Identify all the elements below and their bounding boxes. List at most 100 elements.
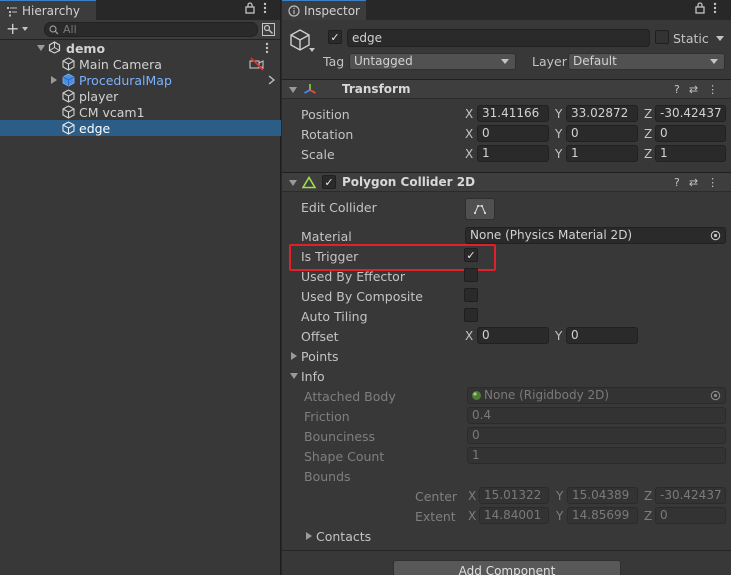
material-field[interactable]: None (Physics Material 2D): [465, 227, 726, 244]
prefab-icon: [62, 73, 75, 87]
tab-inspector[interactable]: Inspector: [282, 0, 366, 20]
hierarchy-panel: Hierarchy + All demo Main Camera Procedu…: [0, 0, 281, 575]
position-label: Position: [301, 107, 350, 122]
attached-body-label: Attached Body: [304, 389, 396, 404]
hierarchy-item-edge[interactable]: edge: [0, 120, 281, 136]
static-toggle[interactable]: [655, 30, 669, 44]
tag-dropdown[interactable]: Untagged: [349, 53, 516, 70]
rotation-y-field[interactable]: 0: [566, 125, 638, 142]
hierarchy-search-input[interactable]: All: [44, 22, 258, 37]
component-menu-icon[interactable]: ⋮: [707, 83, 718, 96]
contacts-foldout-icon[interactable]: [306, 532, 312, 540]
info-foldout-icon[interactable]: [290, 373, 298, 379]
component-menu-icon[interactable]: ⋮: [707, 176, 718, 189]
center-y-field: 15.04389: [567, 487, 638, 504]
preset-icon[interactable]: ⇄: [689, 176, 698, 189]
object-picker-icon[interactable]: [710, 230, 721, 241]
search-options-icon[interactable]: [262, 23, 275, 36]
used-by-composite-checkbox[interactable]: [464, 288, 478, 302]
axis-y-label: Y: [555, 329, 563, 343]
hierarchy-tab-label: Hierarchy: [22, 3, 81, 18]
help-icon[interactable]: ?: [674, 176, 680, 189]
more-vertical-icon[interactable]: [263, 2, 267, 14]
highlight-annotation: [289, 244, 496, 271]
rotation-label: Rotation: [301, 127, 354, 142]
static-dropdown-icon[interactable]: [716, 36, 724, 41]
checkmark-icon: ✓: [330, 30, 340, 44]
rotation-z-field[interactable]: 0: [655, 125, 726, 142]
used-by-effector-checkbox[interactable]: [464, 268, 478, 282]
center-z-field: -30.42437: [655, 487, 726, 504]
expand-arrow-icon[interactable]: [37, 45, 45, 51]
scale-z-field[interactable]: 1: [655, 145, 726, 162]
gameobject-icon[interactable]: [289, 28, 311, 52]
scale-x-field[interactable]: 1: [477, 145, 549, 162]
scale-y-field[interactable]: 1: [566, 145, 638, 162]
axis-z-label: Z: [644, 489, 653, 503]
object-name-field[interactable]: edge: [347, 29, 650, 47]
rotation-x-field[interactable]: 0: [477, 125, 549, 142]
hierarchy-item-player[interactable]: player: [0, 88, 281, 104]
collider-enabled-toggle[interactable]: ✓: [322, 175, 336, 189]
icon-dropdown-arrow-icon[interactable]: [309, 48, 315, 52]
chevron-right-icon[interactable]: [268, 75, 275, 85]
camera-hidden-icon[interactable]: [249, 57, 265, 71]
points-label[interactable]: Points: [301, 349, 339, 364]
search-icon: [49, 25, 59, 35]
chevron-down-icon: [501, 59, 509, 64]
tag-label: Tag: [323, 54, 345, 69]
offset-y-field[interactable]: 0: [566, 327, 638, 344]
position-y-field[interactable]: 33.02872: [566, 105, 638, 122]
hierarchy-list-icon: [6, 5, 18, 17]
auto-tiling-checkbox[interactable]: [464, 308, 478, 322]
auto-tiling-label: Auto Tiling: [301, 309, 368, 324]
tree-item-label: ProceduralMap: [79, 72, 172, 88]
scene-more-icon[interactable]: [265, 42, 269, 54]
static-label: Static: [673, 31, 709, 46]
expand-arrow-icon[interactable]: [51, 76, 57, 84]
used-by-effector-label: Used By Effector: [301, 269, 405, 284]
search-placeholder: All: [63, 23, 77, 36]
hierarchy-item-main-camera[interactable]: Main Camera: [0, 56, 281, 72]
inspector-tabbar: Inspector: [282, 0, 731, 20]
tree-item-label: edge: [79, 120, 111, 136]
add-menu-button[interactable]: +: [6, 21, 29, 37]
foldout-arrow-icon[interactable]: [289, 180, 297, 186]
offset-x-field[interactable]: 0: [477, 327, 549, 344]
layer-dropdown[interactable]: Default: [568, 53, 725, 70]
hierarchy-item-proceduralmap[interactable]: ProceduralMap: [0, 72, 281, 88]
hierarchy-item-cm-vcam1[interactable]: CM vcam1: [0, 104, 281, 120]
info-label[interactable]: Info: [301, 369, 325, 384]
axis-z-label: Z: [644, 127, 653, 141]
divider: [282, 550, 731, 551]
active-toggle[interactable]: ✓: [328, 30, 342, 44]
transform-header[interactable]: Transform ? ⇄ ⋮: [282, 79, 731, 99]
axis-x-label: X: [465, 107, 474, 121]
extent-x-field: 14.84001: [479, 507, 549, 524]
polygon-collider-header[interactable]: ✓ Polygon Collider 2D ? ⇄ ⋮: [282, 172, 731, 192]
foldout-arrow-icon[interactable]: [289, 87, 297, 93]
scale-label: Scale: [301, 147, 335, 162]
edit-collider-button[interactable]: [465, 198, 495, 220]
tab-hierarchy[interactable]: Hierarchy: [0, 0, 96, 20]
position-z-field[interactable]: -30.42437: [655, 105, 726, 122]
gameobject-icon: [62, 89, 75, 103]
axis-z-label: Z: [644, 509, 653, 523]
edit-shape-icon: [473, 203, 487, 215]
add-component-button[interactable]: Add Component: [393, 560, 621, 575]
help-icon[interactable]: ?: [674, 83, 680, 96]
transform-title: Transform: [342, 82, 411, 96]
lock-icon[interactable]: [245, 2, 255, 14]
points-foldout-icon[interactable]: [291, 352, 297, 360]
axis-y-label: Y: [555, 127, 563, 141]
scene-name: demo: [66, 40, 106, 56]
contacts-label[interactable]: Contacts: [316, 529, 371, 544]
used-by-composite-label: Used By Composite: [301, 289, 423, 304]
scene-row[interactable]: demo: [0, 40, 281, 56]
inspector-tab-label: Inspector: [304, 3, 360, 18]
more-vertical-icon[interactable]: [713, 2, 717, 14]
position-x-field[interactable]: 31.41166: [477, 105, 549, 122]
axis-x-label: X: [468, 509, 477, 523]
preset-icon[interactable]: ⇄: [689, 83, 698, 96]
lock-icon[interactable]: [695, 2, 705, 14]
